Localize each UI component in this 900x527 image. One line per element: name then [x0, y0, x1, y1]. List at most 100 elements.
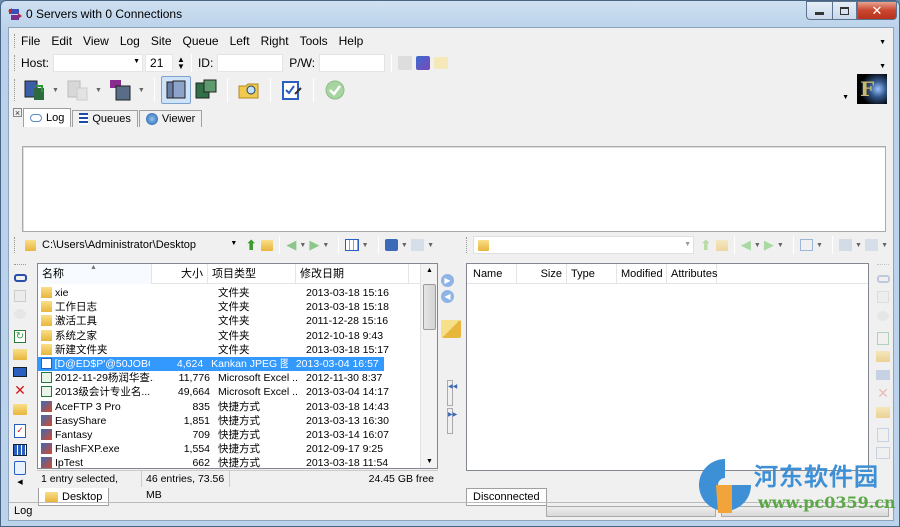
title-bar[interactable]: 0 Servers with 0 Connections ✕	[1, 1, 900, 27]
left-list-scrollbar[interactable]: ▲ ▼	[420, 264, 437, 468]
rename-icon[interactable]	[12, 365, 28, 380]
refresh-disabled-icon[interactable]	[864, 239, 879, 251]
view-disabled-icon[interactable]	[12, 307, 28, 322]
connect-button[interactable]	[19, 76, 49, 104]
tab-queues[interactable]: Queues	[72, 110, 138, 127]
toolbar-grip[interactable]	[14, 34, 17, 48]
host-combobox[interactable]: ▼	[53, 54, 144, 72]
menu-view[interactable]: View	[83, 34, 109, 48]
close-button[interactable]: ✕	[857, 1, 897, 20]
column-header-name[interactable]: Name	[467, 264, 517, 284]
toolbar-grip[interactable]	[14, 55, 17, 71]
disconnect-dropdown[interactable]: ▼	[95, 87, 102, 94]
id-field[interactable]	[217, 54, 284, 72]
splitter-collapse-left[interactable]: ◀◀	[447, 380, 457, 406]
scroll-thumb[interactable]	[423, 284, 436, 330]
delete-icon[interactable]: ✕	[12, 382, 28, 399]
browse-folder-button[interactable]	[234, 76, 264, 104]
url-connect-button[interactable]	[105, 76, 135, 104]
menu-log[interactable]: Log	[120, 34, 140, 48]
new-folder-icon[interactable]	[261, 239, 274, 251]
checklist-icon[interactable]: ✓	[12, 424, 28, 439]
transfer-right-button[interactable]: ▶	[441, 274, 454, 287]
refresh-icon[interactable]	[875, 330, 891, 345]
menu-tools[interactable]: Tools	[300, 34, 328, 48]
table-row[interactable]: 新建文件夹 文件夹 2013-03-18 15:17	[38, 343, 418, 357]
transfer-icon[interactable]	[12, 271, 28, 286]
toolbar-overflow-arrow[interactable]: ▼	[842, 94, 849, 101]
table-row[interactable]: 2012-11-29杨润华查... 11,776 Microsoft Excel .…	[38, 371, 418, 385]
back-icon[interactable]: ◀	[286, 237, 296, 253]
minimize-button[interactable]	[806, 1, 832, 20]
menu-right[interactable]: Right	[261, 34, 289, 48]
delete-icon[interactable]: ✕	[875, 385, 891, 402]
view-mode-icon[interactable]	[345, 239, 359, 251]
column-header-date[interactable]: 修改日期	[296, 264, 409, 284]
table-row[interactable]: [D@ED$P'@50JOBO... 4,624 Kankan JPEG 图... 2…	[38, 357, 384, 372]
table-row[interactable]: AceFTP 3 Pro 835 快捷方式 2013-03-18 14:43	[38, 400, 418, 414]
back-icon[interactable]: ◀	[741, 237, 751, 253]
edit-disabled-icon[interactable]	[12, 289, 28, 304]
apply-button[interactable]	[320, 76, 350, 104]
log-output[interactable]	[22, 146, 886, 232]
url-connect-dropdown[interactable]: ▼	[138, 87, 145, 94]
bookmark-folder-icon[interactable]	[434, 57, 449, 69]
table-row[interactable]: Fantasy 709 快捷方式 2013-03-14 16:07	[38, 428, 418, 442]
column-header-type[interactable]: 项目类型	[208, 264, 296, 284]
menu-file[interactable]: File	[21, 34, 40, 48]
menubar-overflow-arrow[interactable]: ▼	[879, 39, 886, 46]
right-path-combobox[interactable]: ▼	[473, 236, 695, 254]
right-file-list[interactable]: Name Size Type Modified Attributes	[466, 263, 869, 471]
toolbar-grip[interactable]	[466, 237, 469, 253]
toolbar-grip[interactable]	[14, 264, 26, 267]
menu-help[interactable]: Help	[339, 34, 364, 48]
filter-icon[interactable]	[384, 239, 398, 251]
password-field[interactable]	[319, 54, 386, 72]
disconnect-button[interactable]	[62, 76, 92, 104]
forward-icon[interactable]: ▶	[309, 237, 319, 253]
column-header-size[interactable]: Size	[517, 264, 567, 284]
menu-edit[interactable]: Edit	[51, 34, 72, 48]
port-field[interactable]: 21	[145, 54, 174, 72]
quick-connect-disabled-icon[interactable]	[398, 56, 413, 70]
compare-folders-icon[interactable]	[441, 320, 461, 338]
column-header-name[interactable]: 名称 ▲	[38, 264, 152, 284]
toolbar-grip[interactable]	[877, 264, 889, 267]
table-row[interactable]: 系统之家 文件夹 2012-10-18 9:43	[38, 329, 418, 343]
parent-folder-icon[interactable]: ⬆	[245, 237, 257, 254]
column-header-attributes[interactable]: Attributes	[667, 264, 717, 284]
tab-log[interactable]: Log	[23, 108, 72, 127]
close-panel-icon[interactable]: ×	[13, 108, 22, 118]
table-row[interactable]: 激活工具 文件夹 2011-12-28 15:16	[38, 314, 418, 328]
edit-task-button[interactable]	[277, 76, 307, 104]
column-header-size[interactable]: 大小	[152, 264, 208, 284]
toolbar-grip[interactable]	[14, 237, 17, 253]
left-path-combobox[interactable]: C:\Users\Administrator\Desktop ▼	[21, 236, 239, 254]
new-folder-icon[interactable]	[875, 349, 891, 364]
forward-icon[interactable]: ▶	[764, 237, 774, 253]
table-row[interactable]: 2013级会计专业名... 49,664 Microsoft Excel ... 20…	[38, 385, 418, 399]
transfer-mode-button[interactable]	[191, 76, 221, 104]
refresh-icon[interactable]: ↻	[12, 329, 28, 344]
folder-properties-icon[interactable]	[875, 405, 891, 420]
port-spinner[interactable]: ▲ ▼	[177, 56, 185, 71]
site-manager-icon[interactable]	[416, 56, 431, 70]
transfer-left-button[interactable]: ◀	[441, 290, 454, 303]
new-folder-icon[interactable]	[12, 347, 28, 362]
table-row[interactable]: 工作日志 文件夹 2013-03-18 15:18	[38, 300, 418, 314]
new-folder-disabled-icon[interactable]	[715, 239, 728, 251]
toolbar-grip[interactable]	[14, 79, 17, 101]
search-icon[interactable]	[12, 460, 28, 475]
filter-disabled-icon[interactable]	[838, 239, 853, 251]
transfer-icon[interactable]	[875, 271, 891, 286]
menu-queue[interactable]: Queue	[183, 34, 219, 48]
table-row[interactable]: EasyShare 1,851 快捷方式 2013-03-13 16:30	[38, 414, 418, 428]
connect-dropdown[interactable]: ▼	[52, 87, 59, 94]
view-mode-icon[interactable]	[799, 239, 814, 251]
checklist-icon[interactable]	[875, 427, 891, 442]
menu-left[interactable]: Left	[230, 34, 250, 48]
maximize-button[interactable]	[832, 1, 857, 20]
table-row[interactable]: FlashFXP.exe 1,554 快捷方式 2012-09-17 9:25	[38, 442, 418, 456]
collapse-arrow[interactable]: ◀	[17, 478, 22, 486]
tab-viewer[interactable]: Viewer	[138, 110, 203, 127]
